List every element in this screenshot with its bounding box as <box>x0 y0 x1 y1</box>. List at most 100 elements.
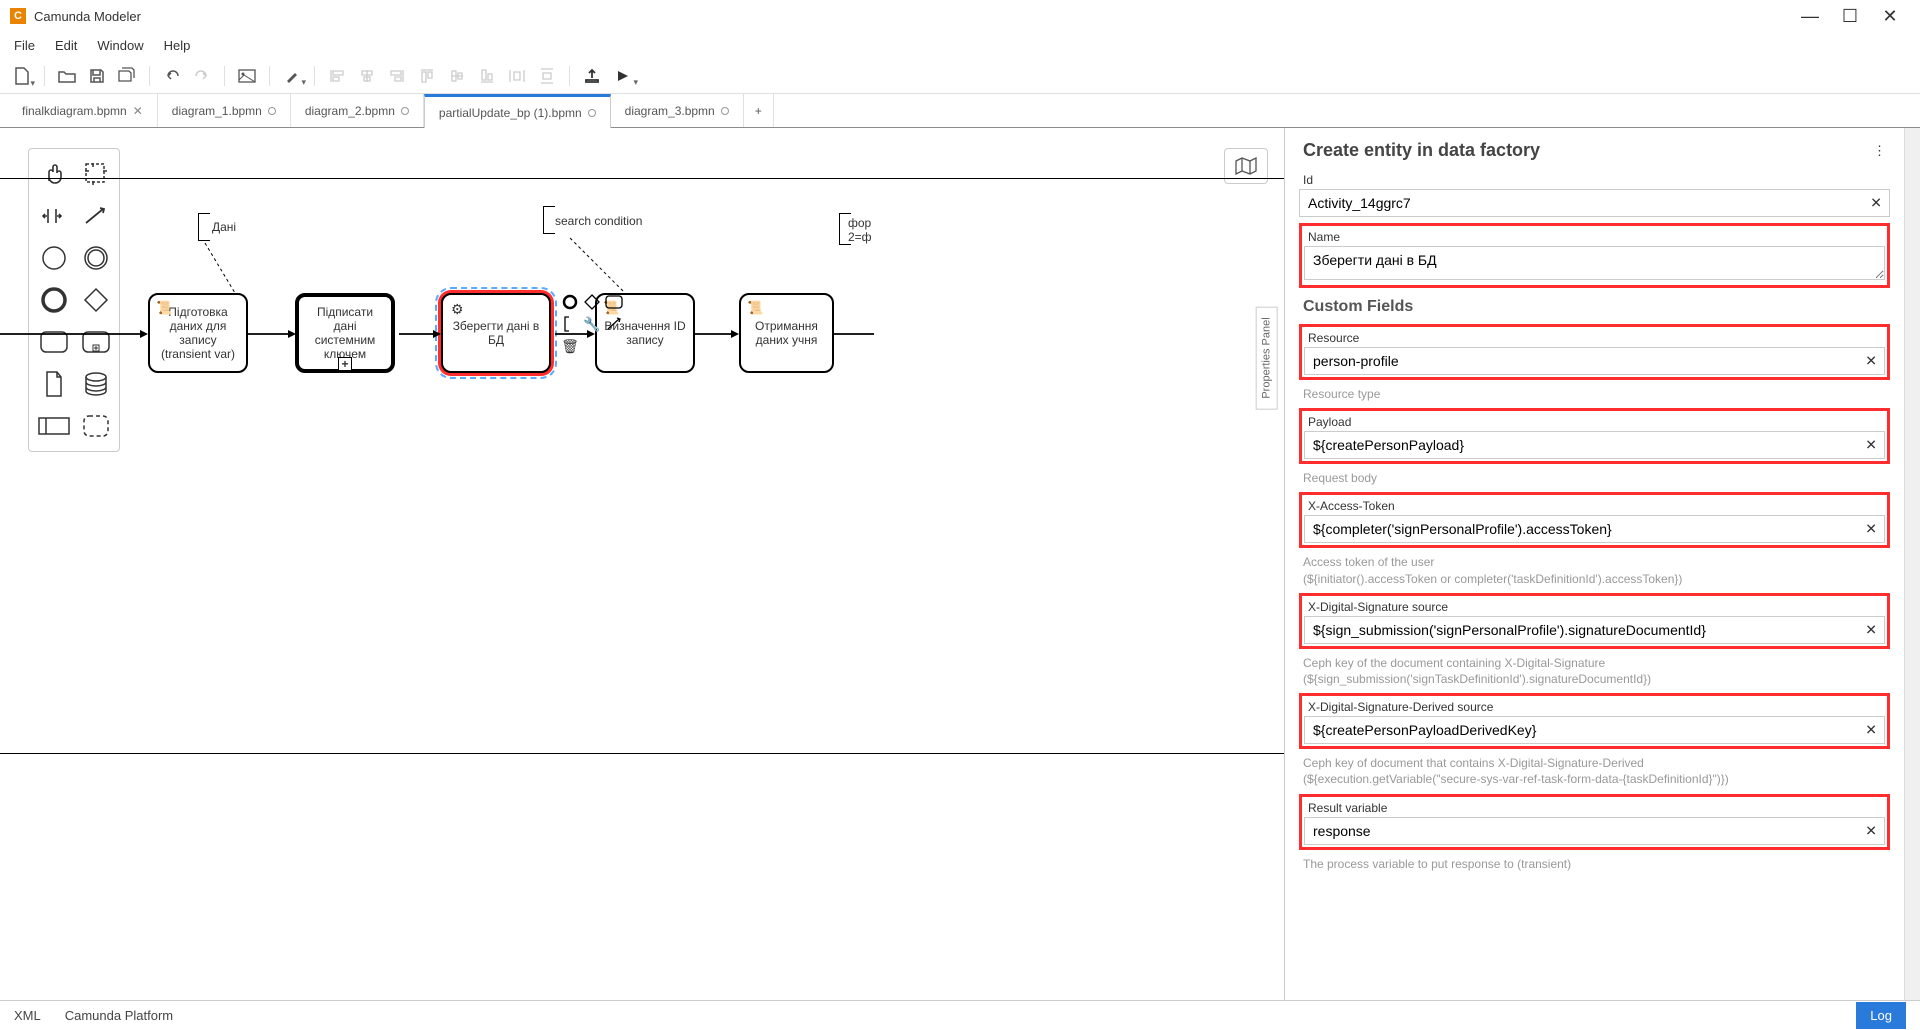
xds-input[interactable] <box>1304 616 1885 644</box>
dirty-icon[interactable] <box>588 109 596 117</box>
payload-label: Payload <box>1304 413 1885 429</box>
annotation-form: фор 2=ф <box>848 216 872 244</box>
clear-xat-button[interactable]: ✕ <box>1865 521 1877 538</box>
id-input[interactable] <box>1299 189 1890 217</box>
minimize-button[interactable]: — <box>1790 1 1830 31</box>
task-sign[interactable]: Підписати дані системним ключем + <box>295 293 395 373</box>
clear-xdsd-button[interactable]: ✕ <box>1865 722 1877 739</box>
status-xml[interactable]: XML <box>14 1008 41 1023</box>
lane-bottom-boundary <box>0 753 1284 754</box>
align-left-button[interactable] <box>323 62 351 90</box>
canvas[interactable]: Дані search condition фор 2=ф 📜 Підготов… <box>0 128 1284 1000</box>
open-file-button[interactable] <box>53 62 81 90</box>
close-window-button[interactable]: ✕ <box>1870 1 1910 31</box>
intermediate-event-button[interactable] <box>77 239 115 277</box>
result-input[interactable] <box>1304 817 1885 845</box>
data-store-button[interactable] <box>77 365 115 403</box>
redo-button[interactable] <box>188 62 216 90</box>
xat-input[interactable] <box>1304 515 1885 543</box>
close-icon[interactable]: ✕ <box>133 104 143 118</box>
clear-resource-button[interactable]: ✕ <box>1865 353 1877 370</box>
space-tool-button[interactable] <box>35 197 73 235</box>
tab-diagram-3[interactable]: diagram_3.bpmn <box>611 94 744 127</box>
task-getstudent[interactable]: 📜 Отримання даних учня <box>739 293 834 373</box>
properties-scrollbar[interactable] <box>1904 128 1920 1000</box>
clear-result-button[interactable]: ✕ <box>1865 822 1877 839</box>
palette <box>28 148 120 452</box>
result-label: Result variable <box>1304 799 1885 815</box>
payload-input[interactable] <box>1304 431 1885 459</box>
toolbar: ▾ ▾ ▾ <box>0 58 1920 94</box>
tab-label: diagram_3.bpmn <box>625 104 715 118</box>
pool-button[interactable] <box>35 407 73 445</box>
color-picker-button[interactable]: ▾ <box>278 62 306 90</box>
task-prep[interactable]: 📜 Підготовка даних для запису (transient… <box>148 293 248 373</box>
name-input[interactable]: Зберегти дані в БД <box>1304 246 1885 280</box>
tab-finalkdiagram[interactable]: finalkdiagram.bpmn✕ <box>8 94 158 127</box>
flow-5[interactable] <box>834 328 874 340</box>
properties-panel-toggle[interactable]: Properties Panel <box>1255 306 1277 409</box>
tab-diagram-1[interactable]: diagram_1.bpmn <box>158 94 291 127</box>
lasso-tool-button[interactable] <box>77 155 115 193</box>
distribute-v-button[interactable] <box>533 62 561 90</box>
align-top-button[interactable] <box>413 62 441 90</box>
clear-xds-button[interactable]: ✕ <box>1865 621 1877 638</box>
flow-3[interactable] <box>555 328 595 340</box>
data-object-button[interactable] <box>35 365 73 403</box>
end-event-button[interactable] <box>35 281 73 319</box>
resource-input[interactable] <box>1304 347 1885 375</box>
align-right-button[interactable] <box>383 62 411 90</box>
ctx-end-event-icon[interactable] <box>560 292 580 312</box>
align-center-v-button[interactable] <box>443 62 471 90</box>
distribute-h-button[interactable] <box>503 62 531 90</box>
flow-2[interactable] <box>399 328 441 340</box>
task-save[interactable]: ⚙ Зберегти дані в БД <box>441 293 551 373</box>
flow-1[interactable] <box>248 328 296 340</box>
maximize-button[interactable]: ☐ <box>1830 1 1870 31</box>
script-icon: 📜 <box>747 300 763 316</box>
menu-file[interactable]: File <box>4 34 45 57</box>
menu-help[interactable]: Help <box>154 34 201 57</box>
dirty-icon[interactable] <box>401 107 409 115</box>
menu-window[interactable]: Window <box>87 34 153 57</box>
ctx-task-icon[interactable] <box>604 292 624 312</box>
align-bottom-button[interactable] <box>473 62 501 90</box>
tab-label: diagram_2.bpmn <box>305 104 395 118</box>
xdsd-help: Ceph key of document that contains X-Dig… <box>1303 755 1886 787</box>
flow-4[interactable] <box>695 328 739 340</box>
image-icon[interactable] <box>233 62 261 90</box>
tab-partial-update[interactable]: partialUpdate_bp (1).bpmn <box>424 94 611 128</box>
xdsd-input[interactable] <box>1304 716 1885 744</box>
start-event-button[interactable] <box>35 239 73 277</box>
save-all-button[interactable] <box>113 62 141 90</box>
connect-tool-button[interactable] <box>77 197 115 235</box>
ctx-gateway-icon[interactable] <box>582 292 602 312</box>
workspace: Дані search condition фор 2=ф 📜 Підготов… <box>0 128 1920 1000</box>
dirty-icon[interactable] <box>721 107 729 115</box>
clear-id-button[interactable]: ✕ <box>1870 195 1882 212</box>
tab-diagram-2[interactable]: diagram_2.bpmn <box>291 94 424 127</box>
lane-top-boundary <box>0 178 1284 179</box>
task-label: Отримання даних учня <box>747 319 826 347</box>
status-platform[interactable]: Camunda Platform <box>65 1008 173 1023</box>
clear-payload-button[interactable]: ✕ <box>1865 437 1877 454</box>
group-button[interactable] <box>77 407 115 445</box>
undo-button[interactable] <box>158 62 186 90</box>
flow-in[interactable] <box>0 328 148 340</box>
context-pad: 🔧 🗑 <box>560 292 624 356</box>
deploy-button[interactable] <box>578 62 606 90</box>
gateway-button[interactable] <box>77 281 115 319</box>
run-button[interactable]: ▾ <box>608 62 636 90</box>
xat-help: Access token of the user (${initiator().… <box>1303 554 1886 586</box>
dirty-icon[interactable] <box>268 107 276 115</box>
align-center-h-button[interactable] <box>353 62 381 90</box>
save-button[interactable] <box>83 62 111 90</box>
log-button[interactable]: Log <box>1856 1002 1906 1029</box>
hand-tool-button[interactable] <box>35 155 73 193</box>
properties-title: Create entity in data factory <box>1303 140 1540 161</box>
add-tab-button[interactable]: + <box>744 94 774 127</box>
ctx-connect-icon[interactable] <box>604 314 624 334</box>
new-file-button[interactable]: ▾ <box>8 62 36 90</box>
properties-menu-icon[interactable]: ⋮ <box>1873 143 1886 159</box>
menu-edit[interactable]: Edit <box>45 34 87 57</box>
